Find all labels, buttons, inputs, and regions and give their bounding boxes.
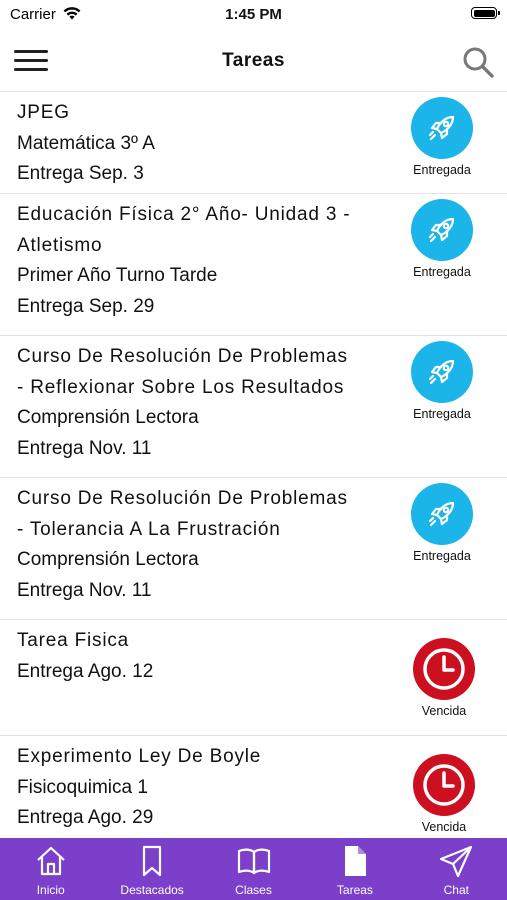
status-label: Vencida bbox=[421, 820, 467, 834]
rocket-icon bbox=[411, 483, 473, 545]
rocket-icon bbox=[411, 199, 473, 261]
tab-bar: Inicio Destacados Clases Tareas Chat bbox=[0, 838, 507, 900]
task-title: JPEG bbox=[17, 102, 70, 123]
status-label: Entregada bbox=[413, 163, 471, 177]
task-due-date: Entrega Ago. 29 bbox=[17, 807, 154, 828]
task-due-date: Entrega Sep. 3 bbox=[17, 163, 144, 184]
search-icon[interactable] bbox=[461, 45, 495, 79]
status-label: Entregada bbox=[413, 549, 471, 563]
task-list: JPEG Matemática 3º A Entrega Sep. 3 Entrega… bbox=[0, 92, 507, 838]
home-icon bbox=[34, 844, 68, 878]
task-status: Entregada bbox=[402, 483, 482, 563]
task-row[interactable]: Curso De Resolución De Problemas - Tolera… bbox=[0, 478, 507, 620]
task-due-date: Entrega Ago. 12 bbox=[17, 660, 154, 682]
task-text: Educación Física 2° Año- Unidad 3 - Atlet… bbox=[17, 200, 377, 322]
clock-icon bbox=[413, 754, 475, 816]
task-title: Curso De Resolución De Problemas bbox=[17, 488, 348, 509]
rocket-icon bbox=[411, 97, 473, 159]
document-icon bbox=[338, 844, 372, 878]
task-subject: Comprensión Lectora bbox=[17, 407, 199, 428]
task-status: Entregada bbox=[402, 199, 482, 279]
task-title: Educación Física 2° Año- Unidad 3 - bbox=[17, 204, 351, 225]
tab-label: Destacados bbox=[120, 883, 184, 897]
tab-chat[interactable]: Chat bbox=[406, 838, 507, 900]
tab-tareas[interactable]: Tareas bbox=[304, 838, 405, 900]
status-label: Vencida bbox=[421, 704, 467, 718]
task-title: Tarea Fisica bbox=[17, 630, 130, 651]
rocket-icon bbox=[411, 341, 473, 403]
nav-bar: Tareas bbox=[0, 30, 507, 92]
task-text: Curso De Resolución De Problemas - Reflex… bbox=[17, 342, 377, 464]
tab-destacados[interactable]: Destacados bbox=[101, 838, 202, 900]
status-bar: Carrier 1:45 PM bbox=[0, 0, 507, 30]
task-text: JPEG Matemática 3º A Entrega Sep. 3 bbox=[17, 98, 377, 190]
task-row[interactable]: Curso De Resolución De Problemas - Reflex… bbox=[0, 336, 507, 478]
task-text: Tarea Fisica Entrega Ago. 12 bbox=[17, 626, 377, 687]
task-row[interactable]: Tarea Fisica Entrega Ago. 12 Vencida bbox=[0, 620, 507, 736]
task-status: Vencida bbox=[404, 638, 484, 718]
task-title: - Reflexionar Sobre Los Resultados bbox=[17, 376, 345, 398]
tab-label: Clases bbox=[235, 883, 272, 897]
tab-label: Chat bbox=[443, 883, 469, 897]
task-text: Curso De Resolución De Problemas - Tolera… bbox=[17, 484, 377, 606]
send-icon bbox=[439, 844, 473, 878]
task-title: Experimento Ley De Boyle bbox=[17, 746, 262, 767]
task-due-date: Entrega Nov. 11 bbox=[17, 437, 152, 459]
status-label: Entregada bbox=[413, 407, 471, 421]
clock-time: 1:45 PM bbox=[225, 6, 282, 23]
task-subject: Primer Año Turno Tarde bbox=[17, 265, 218, 286]
task-title: - Tolerancia A La Frustración bbox=[17, 518, 281, 540]
task-subject: Matemática 3º A bbox=[17, 132, 155, 154]
task-row[interactable]: JPEG Matemática 3º A Entrega Sep. 3 Entrega… bbox=[0, 92, 507, 194]
task-row[interactable]: Experimento Ley De Boyle Fisicoquimica 1 E… bbox=[0, 736, 507, 838]
task-status: Entregada bbox=[402, 341, 482, 421]
battery-icon bbox=[471, 7, 500, 19]
tab-label: Tareas bbox=[336, 883, 373, 897]
task-subject: Comprensión Lectora bbox=[17, 549, 199, 570]
task-due-date: Entrega Nov. 11 bbox=[17, 579, 152, 601]
page-title: Tareas bbox=[222, 50, 285, 71]
task-title: Atletismo bbox=[17, 234, 103, 256]
clock-icon bbox=[413, 638, 475, 700]
tab-clases[interactable]: Clases bbox=[203, 838, 304, 900]
task-status: Vencida bbox=[404, 754, 484, 834]
task-title: Curso De Resolución De Problemas bbox=[17, 346, 348, 367]
task-row[interactable]: Educación Física 2° Año- Unidad 3 - Atlet… bbox=[0, 194, 507, 336]
task-text: Experimento Ley De Boyle Fisicoquimica 1 E… bbox=[17, 742, 377, 834]
task-status: Entregada bbox=[402, 97, 482, 177]
task-due-date: Entrega Sep. 29 bbox=[17, 295, 155, 317]
task-subject: Fisicoquimica 1 bbox=[17, 776, 148, 798]
tab-inicio[interactable]: Inicio bbox=[0, 838, 101, 900]
status-label: Entregada bbox=[413, 265, 471, 279]
bookmark-icon bbox=[135, 844, 169, 878]
tab-label: Inicio bbox=[36, 883, 65, 897]
book-icon bbox=[237, 844, 271, 878]
